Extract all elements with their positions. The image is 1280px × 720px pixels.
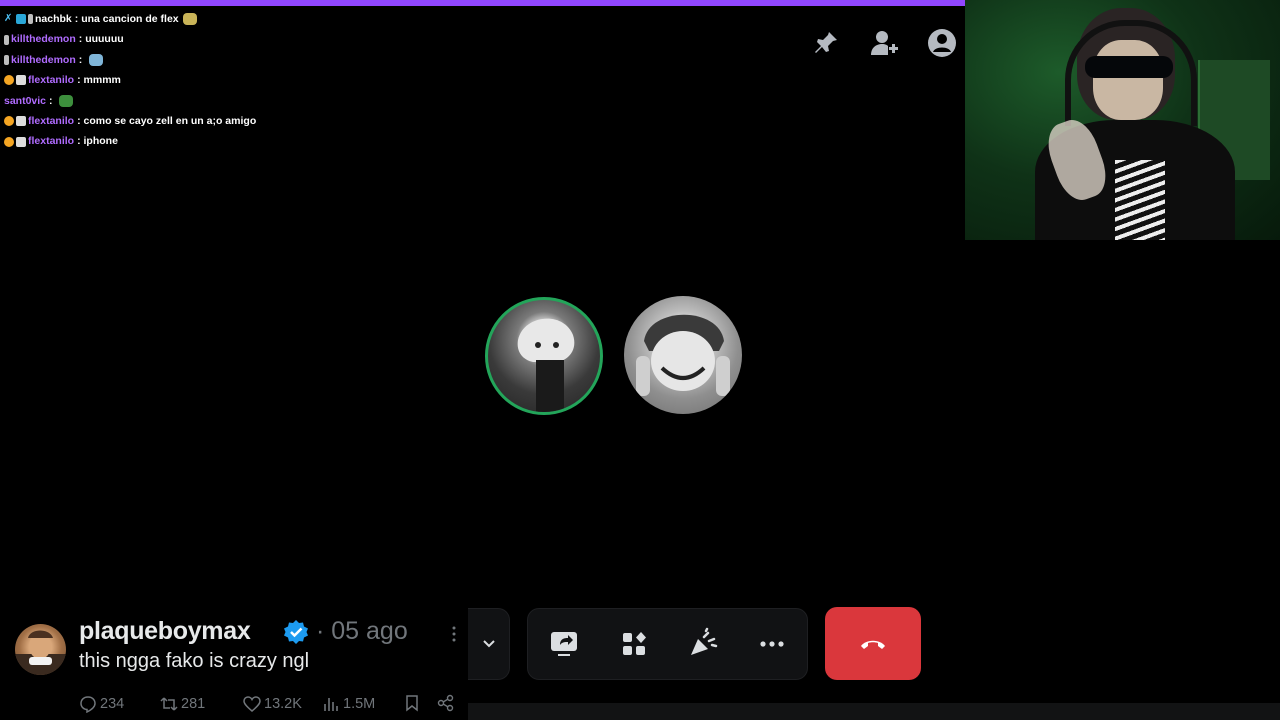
add-user-icon[interactable] [869,28,899,58]
top-accent-bar [0,0,965,6]
like-button[interactable]: 13.2K [243,694,302,714]
chat-username[interactable]: killthedemon [11,29,76,49]
bookmark-icon[interactable] [403,694,421,712]
badge-icon [28,14,33,25]
grid-badge-icon [16,14,26,25]
hangup-icon [861,640,885,649]
chat-line: ✗ nachbk: una cancion de flex [4,9,464,29]
soundboard-icon [691,627,718,655]
reply-icon [80,696,96,713]
soundboard-button[interactable] [686,627,720,661]
chat-message: uuuuuu [85,33,124,46]
chat-message: mmmm [83,74,121,87]
tweet-date[interactable]: · 05 ago [316,617,408,646]
chat-username[interactable]: sant0vic [4,91,46,111]
like-count: 13.2K [264,696,302,712]
emote-icon [59,94,74,107]
collapse-button[interactable] [468,608,510,680]
chat-line: killthedemon: [4,50,464,70]
chat-line: sant0vic: [4,91,464,111]
screen-share-button[interactable] [547,627,581,661]
warning-badge-icon [4,116,14,127]
webcam-feed [965,0,1280,240]
more-vertical-icon[interactable] [449,624,459,644]
emote-icon [89,53,104,66]
sword-badge-icon: ✗ [4,13,13,25]
screen-share-icon [551,632,577,656]
call-controls [527,608,808,680]
bottom-strip [468,703,1280,720]
repost-button[interactable]: 281 [160,694,205,714]
chat-line: flextanilo: mmmm [4,70,464,90]
tweet-text: this ngga fako is crazy ngl [79,650,310,672]
heart-icon [243,696,261,712]
tweet-author-name[interactable]: plaqueboymax [79,617,251,646]
reply-button[interactable]: 234 [79,694,124,714]
tweet-cutoff-text [80,600,160,608]
warning-badge-icon [4,75,14,86]
badge-icon [4,54,9,65]
chat-username[interactable]: flextanilo [28,131,74,151]
profile-icon[interactable] [927,28,957,58]
chevron-down-icon [482,640,495,648]
badge-icon [16,116,26,127]
chat-username[interactable]: nachbk [35,9,72,29]
badge-icon [16,75,26,86]
chat-line: killthedemon: uuuuuu [4,29,464,49]
chat-message: una cancion de flex [81,13,179,25]
repost-count: 281 [181,696,206,712]
tweet-card[interactable]: plaqueboymax · 05 ago this ngga fako is … [0,600,468,720]
more-button[interactable] [755,627,789,661]
chat-message: como se cayo zell en un a;o amigo [83,114,257,127]
activities-button[interactable] [617,627,651,661]
chat-overlay: ✗ nachbk: una cancion de flex killthedem… [4,9,464,152]
more-icon [760,641,784,647]
chat-line: flextanilo: como se cayo zell en un a;o … [4,111,464,131]
view-count: 1.5M [343,696,376,712]
activities-icon [623,632,646,655]
verified-icon [284,620,308,644]
chat-message: iphone [83,135,118,148]
badge-icon [4,34,9,45]
views-icon [324,698,338,711]
chat-username[interactable]: flextanilo [28,70,74,90]
participant-avatar[interactable] [624,296,742,414]
chat-username[interactable]: flextanilo [28,111,74,131]
badge-icon [16,136,26,147]
emote-icon [182,13,197,26]
repost-icon [160,697,178,711]
warning-badge-icon [4,136,14,147]
hangup-button[interactable] [825,607,921,680]
share-icon[interactable] [437,694,455,712]
chat-line: flextanilo: iphone [4,131,464,151]
chat-username[interactable]: killthedemon [11,50,76,70]
reply-count: 234 [100,696,125,712]
participant-avatar-speaking[interactable] [485,297,603,415]
pin-icon[interactable] [811,28,841,58]
tweet-avatar[interactable] [15,624,66,675]
views-button[interactable]: 1.5M [322,694,375,714]
